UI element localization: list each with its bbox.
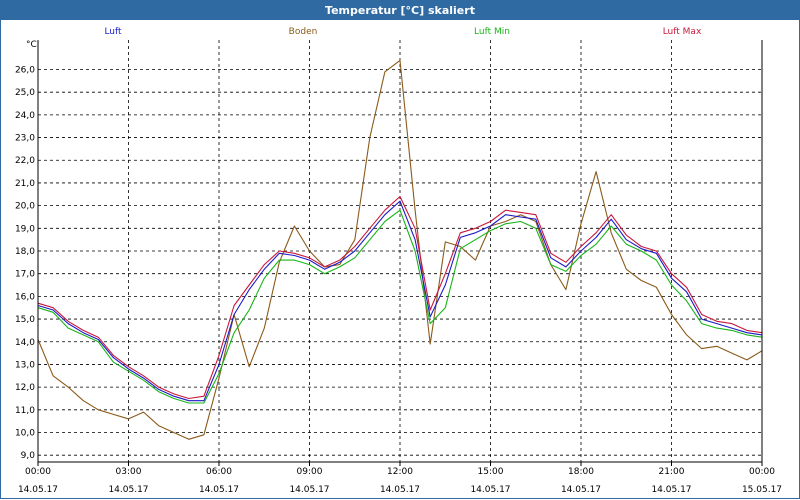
y-tick-label: 18,0 xyxy=(15,247,35,257)
x-tick-time-label: 18:00 xyxy=(568,467,594,477)
y-tick-label: 21,0 xyxy=(15,179,35,189)
legend-item-luft: Luft xyxy=(104,27,122,37)
x-tick-date-label: 14.05.17 xyxy=(289,485,329,495)
x-tick-time-label: 21:00 xyxy=(659,467,685,477)
y-tick-label: 19,0 xyxy=(15,224,35,234)
y-unit-label: °C xyxy=(26,40,37,50)
y-tick-label: 11,0 xyxy=(15,406,35,416)
x-tick-date-label: 14.05.17 xyxy=(199,485,239,495)
y-tick-label: 10,0 xyxy=(15,429,35,439)
legend-item-luft-min: Luft Min xyxy=(474,27,510,37)
y-tick-label: 23,0 xyxy=(15,134,35,144)
y-tick-label: 9,0 xyxy=(21,451,36,461)
y-tick-label: 26,0 xyxy=(15,65,35,75)
y-tick-label: 22,0 xyxy=(15,156,35,166)
x-tick-date-label: 14.05.17 xyxy=(108,485,148,495)
x-tick-date-label: 14.05.17 xyxy=(561,485,601,495)
chart-legend: Luft Boden Luft Min Luft Max xyxy=(104,27,702,37)
x-tick-time-label: 12:00 xyxy=(387,467,413,477)
x-tick-time-label: 09:00 xyxy=(297,467,323,477)
x-tick-date-label: 15.05.17 xyxy=(742,485,782,495)
y-tick-label: 14,0 xyxy=(15,338,35,348)
x-tick-time-label: 00:00 xyxy=(749,467,775,477)
chart-grid xyxy=(38,40,762,462)
x-tick-time-label: 15:00 xyxy=(478,467,504,477)
y-tick-label: 20,0 xyxy=(15,202,35,212)
x-tick-date-label: 14.05.17 xyxy=(470,485,510,495)
temperature-chart: Luft Boden Luft Min Luft Max °C 9,0 10,0 11,0 1… xyxy=(15,27,782,495)
x-tick-time-label: 00:00 xyxy=(25,467,51,477)
y-tick-label: 17,0 xyxy=(15,270,35,280)
x-tick-date-label: 14.05.17 xyxy=(380,485,420,495)
x-tick-date-label: 14.05.17 xyxy=(651,485,691,495)
legend-item-luft-max: Luft Max xyxy=(663,27,702,37)
y-tick-label: 25,0 xyxy=(15,88,35,98)
y-tick-label: 16,0 xyxy=(15,292,35,302)
title-bar: Temperatur [°C] skaliert xyxy=(0,0,800,20)
window-title: Temperatur [°C] skaliert xyxy=(325,3,475,17)
x-tick-date-label: 14.05.17 xyxy=(18,485,58,495)
y-tick-label: 13,0 xyxy=(15,360,35,370)
legend-item-boden: Boden xyxy=(289,27,318,37)
y-tick-label: 15,0 xyxy=(15,315,35,325)
y-tick-label: 24,0 xyxy=(15,111,35,121)
y-tick-label: 12,0 xyxy=(15,383,35,393)
x-tick-time-label: 06:00 xyxy=(206,467,232,477)
x-tick-time-label: 03:00 xyxy=(116,467,142,477)
